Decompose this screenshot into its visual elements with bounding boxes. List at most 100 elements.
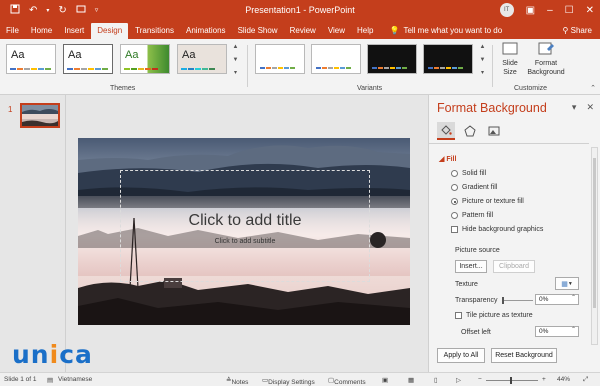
tell-me-search[interactable]: 💡 Tell me what you want to do bbox=[379, 26, 508, 39]
tab-file[interactable]: File bbox=[0, 26, 25, 39]
radio[interactable] bbox=[451, 212, 458, 219]
chevron-up-icon[interactable]: ▲ bbox=[480, 44, 486, 50]
zoom-out-icon[interactable]: − bbox=[478, 376, 482, 383]
format-background-label: Format Background bbox=[527, 60, 565, 76]
notes-label: Notes bbox=[231, 379, 249, 386]
redo-icon[interactable]: ↻ bbox=[58, 5, 66, 16]
reading-view-icon[interactable]: ▯ bbox=[434, 376, 438, 384]
slide-thumbnails-pane: 1 bbox=[0, 95, 66, 372]
zoom-slider[interactable] bbox=[486, 377, 538, 384]
slide[interactable]: Click to add title Click to add subtitle bbox=[78, 138, 410, 325]
tile-picture-option[interactable]: Tile picture as texture bbox=[455, 312, 533, 319]
chevron-down-icon[interactable]: ▼ bbox=[480, 57, 486, 63]
pane-scrollbar[interactable] bbox=[591, 147, 598, 345]
pattern-fill-option[interactable]: Pattern fill bbox=[451, 212, 493, 219]
tab-design[interactable]: Design bbox=[90, 22, 130, 39]
slideshow-icon[interactable] bbox=[76, 4, 86, 17]
avatar[interactable]: IT bbox=[499, 3, 514, 17]
hide-graphics-option[interactable]: Hide background graphics bbox=[451, 226, 543, 233]
radio[interactable] bbox=[451, 170, 458, 177]
gradient-fill-option[interactable]: Gradient fill bbox=[451, 184, 497, 191]
variant-1[interactable] bbox=[255, 44, 305, 74]
slideshow-view-icon[interactable]: ▷ bbox=[456, 376, 461, 384]
tab-transitions[interactable]: Transitions bbox=[129, 26, 180, 39]
variant-3[interactable] bbox=[367, 44, 417, 74]
fill-section-header[interactable]: ◢ Fill bbox=[439, 155, 456, 163]
picture-fill-option[interactable]: Picture or texture fill bbox=[451, 198, 524, 205]
pane-options-icon[interactable]: ▾ bbox=[572, 102, 577, 113]
tab-home[interactable]: Home bbox=[25, 26, 58, 39]
apply-to-all-button[interactable]: Apply to All bbox=[437, 348, 485, 363]
divider bbox=[492, 45, 493, 87]
share-button[interactable]: ⚲ Share bbox=[563, 26, 592, 35]
maximize-icon[interactable]: ☐ bbox=[565, 5, 574, 16]
save-icon[interactable] bbox=[10, 4, 20, 17]
notes-button[interactable]: ≙ Notes bbox=[226, 376, 248, 386]
proofing-icon[interactable]: ▤ bbox=[47, 376, 53, 384]
picture-tab-icon[interactable] bbox=[485, 122, 503, 140]
zoom-level[interactable]: 44% bbox=[557, 376, 570, 383]
fill-tab-icon[interactable] bbox=[437, 122, 455, 140]
checkbox[interactable] bbox=[455, 312, 462, 319]
ribbon-display-icon[interactable]: ▣ bbox=[526, 5, 535, 16]
insert-picture-button[interactable]: Insert... bbox=[455, 260, 487, 273]
chevron-down-icon: ▼ bbox=[567, 280, 573, 287]
more-icon[interactable]: ▾ bbox=[234, 69, 237, 76]
zoom-in-icon[interactable]: + bbox=[542, 376, 546, 383]
display-settings-button[interactable]: ▭ Display Settings bbox=[262, 376, 315, 386]
subtitle-placeholder[interactable]: Click to add subtitle bbox=[120, 238, 370, 245]
theme-office-theme[interactable]: Aa bbox=[63, 44, 113, 74]
lightbulb-icon: 💡 bbox=[389, 26, 400, 35]
effects-tab-icon[interactable] bbox=[461, 122, 479, 140]
pane-title: Format Background bbox=[437, 101, 547, 115]
transparency-spinner[interactable]: 0% bbox=[535, 294, 579, 305]
theme-integral[interactable]: Aa bbox=[177, 44, 227, 74]
more-icon[interactable]: ▾ bbox=[481, 69, 484, 76]
close-icon[interactable]: ✕ bbox=[586, 5, 594, 16]
tab-animations[interactable]: Animations bbox=[180, 26, 232, 39]
variant-4[interactable] bbox=[423, 44, 473, 74]
slide-size-button[interactable]: Slide Size bbox=[496, 41, 524, 77]
offset-left-spinner[interactable]: 0% bbox=[535, 326, 579, 337]
tab-review[interactable]: Review bbox=[284, 26, 322, 39]
undo-icon[interactable]: ↶ bbox=[29, 5, 37, 16]
theme-office[interactable]: Aa bbox=[6, 44, 56, 74]
theme-sample-text: Aa bbox=[182, 49, 196, 61]
dropdown-icon[interactable]: ▾ bbox=[46, 7, 49, 14]
solid-fill-option[interactable]: Solid fill bbox=[451, 170, 486, 177]
format-background-button[interactable]: Format Background bbox=[526, 41, 566, 77]
texture-dropdown[interactable]: ▦ ▼ bbox=[555, 277, 579, 290]
tab-help[interactable]: Help bbox=[351, 26, 379, 39]
chevron-up-icon[interactable]: ▲ bbox=[233, 44, 239, 50]
theme-facet[interactable]: Aa bbox=[120, 44, 170, 74]
variant-2[interactable] bbox=[311, 44, 361, 74]
normal-view-icon[interactable]: ▣ bbox=[382, 376, 388, 384]
slide-sorter-icon[interactable]: ▦ bbox=[408, 376, 414, 384]
comments-button[interactable]: ▢ Comments bbox=[328, 376, 366, 386]
quick-access-toolbar: ↶ ▾ ↻ ▿ bbox=[0, 4, 98, 17]
radio[interactable] bbox=[451, 184, 458, 191]
slide-thumbnail[interactable] bbox=[20, 103, 60, 128]
offset-left-label: Offset left bbox=[461, 329, 491, 336]
theme-sample-text: Aa bbox=[11, 49, 25, 61]
collapse-ribbon-icon[interactable]: ⌃ bbox=[590, 84, 596, 92]
themes-gallery-scroll[interactable]: ▲ ▼ ▾ bbox=[231, 44, 240, 76]
tab-view[interactable]: View bbox=[322, 26, 351, 39]
reset-background-button[interactable]: Reset Background bbox=[491, 348, 557, 363]
chevron-down-icon[interactable]: ▼ bbox=[233, 57, 239, 63]
checkbox[interactable] bbox=[451, 226, 458, 233]
tab-slide-show[interactable]: Slide Show bbox=[232, 26, 284, 39]
transparency-slider[interactable] bbox=[502, 297, 533, 304]
display-settings-label: Display Settings bbox=[268, 379, 315, 386]
clipboard-button[interactable]: Clipboard bbox=[493, 260, 535, 273]
close-pane-icon[interactable]: ✕ bbox=[586, 102, 594, 113]
themes-group-label: Themes bbox=[110, 85, 136, 92]
minimize-icon[interactable]: – bbox=[547, 5, 553, 16]
tab-insert[interactable]: Insert bbox=[58, 26, 90, 39]
variants-gallery-scroll[interactable]: ▲ ▼ ▾ bbox=[478, 44, 487, 76]
title-placeholder[interactable]: Click to add title bbox=[120, 212, 370, 230]
customize-toolbar-icon[interactable]: ▿ bbox=[95, 6, 99, 14]
radio-selected[interactable] bbox=[451, 198, 458, 205]
fit-slide-icon[interactable]: ⤢ bbox=[583, 376, 588, 384]
language[interactable]: Vietnamese bbox=[58, 376, 92, 383]
